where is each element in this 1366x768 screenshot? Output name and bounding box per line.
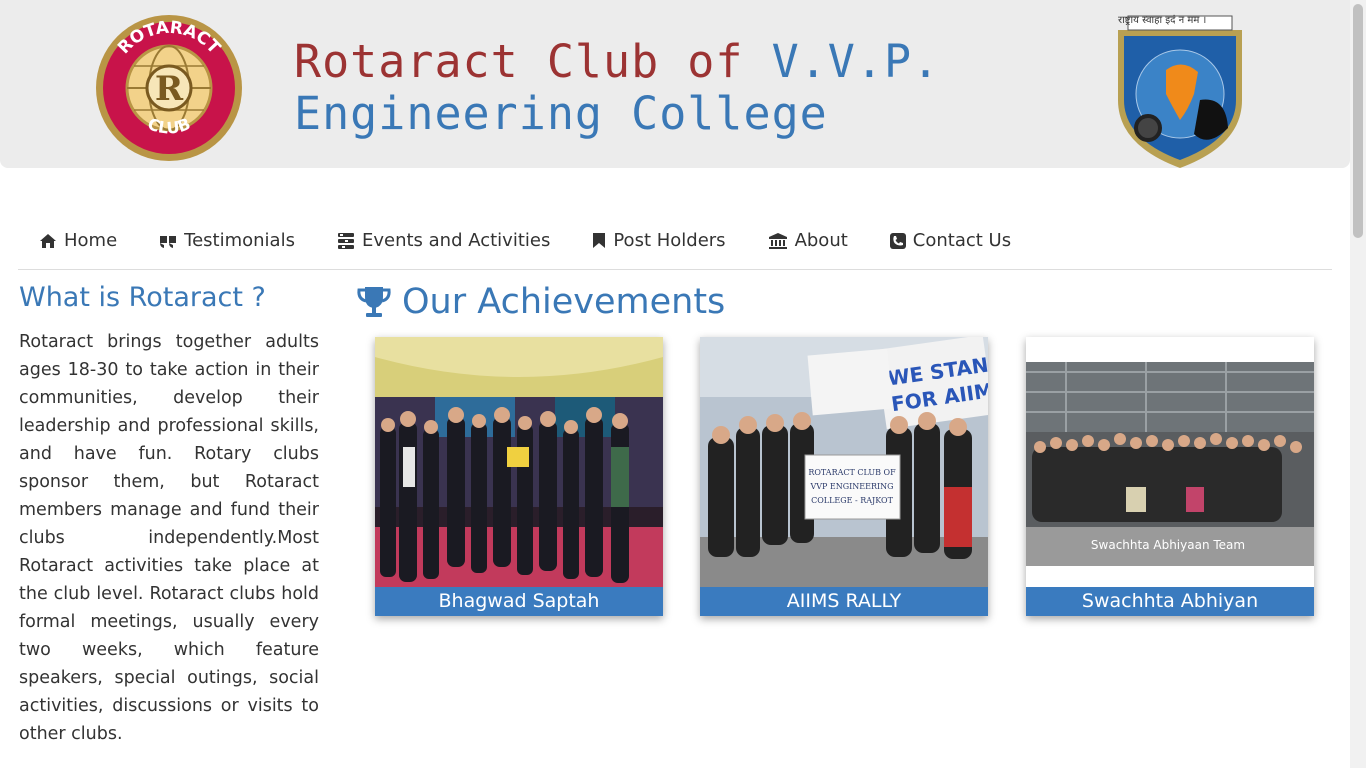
main-nav: Home Testimonials Events and Activities …	[18, 212, 1332, 270]
nav-testimonials-label: Testimonials	[184, 230, 295, 251]
achievements-heading: Our Achievements	[356, 282, 725, 322]
emblem-motto: राष्ट्राय स्वाहा इदं न मम ।	[1118, 15, 1207, 26]
bookmark-icon	[593, 233, 606, 248]
bank-icon	[768, 232, 787, 249]
quote-icon	[160, 235, 177, 248]
card-caption: Swachhta Abhiyan	[1026, 587, 1314, 616]
achievement-card-bhagwad[interactable]: Bhagwad Saptah	[375, 337, 663, 616]
nav-home-label: Home	[64, 230, 118, 251]
bhagwad-saptah-photo	[375, 337, 663, 587]
card-caption: AIIMS RALLY	[700, 587, 988, 616]
site-title: Rotaract Club of V.V.P. Engineering Coll…	[294, 36, 940, 140]
nav-about[interactable]: About	[747, 214, 869, 268]
sidebar-body: Rotaract brings together adults ages 18-…	[19, 332, 319, 744]
nav-events-label: Events and Activities	[361, 230, 551, 251]
phone-icon	[889, 232, 906, 249]
nav-contact-label: Contact Us	[912, 230, 1012, 251]
aiims-rally-photo: WE STAND FOR AIIMS ROTARACT CLUB OF VVP …	[700, 337, 988, 587]
nav-post-holders[interactable]: Post Holders	[571, 214, 746, 268]
svg-text:R: R	[155, 69, 184, 109]
photo-caption-text: Swachhta Abhiyaan Team	[1091, 538, 1245, 552]
achievement-card-aiims[interactable]: WE STAND FOR AIIMS ROTARACT CLUB OF VVP …	[700, 337, 988, 616]
nav-about-label: About	[794, 230, 848, 251]
nav-home[interactable]: Home	[18, 214, 138, 268]
nav-post-holders-label: Post Holders	[613, 230, 726, 251]
achievement-card-swachhta[interactable]: Swachhta Abhiyaan Team Swachhta Abhiyan	[1026, 337, 1314, 616]
nav-contact[interactable]: Contact Us	[869, 214, 1032, 268]
college-emblem[interactable]	[1108, 10, 1252, 170]
site-header: R ROTARACT CLUB Rotaract Club of V.V.P. …	[0, 0, 1350, 168]
nav-testimonials[interactable]: Testimonials	[138, 214, 316, 268]
home-icon	[40, 233, 56, 248]
title-line2: Engineering College	[294, 87, 828, 140]
svg-text:VVP ENGINEERING: VVP ENGINEERING	[809, 482, 893, 491]
nav-events[interactable]: Events and Activities	[316, 214, 571, 268]
svg-text:COLLEGE - RAJKOT: COLLEGE - RAJKOT	[811, 496, 893, 505]
swachhta-abhiyan-photo: Swachhta Abhiyaan Team	[1026, 337, 1314, 587]
svg-text:ROTARACT CLUB OF: ROTARACT CLUB OF	[808, 468, 896, 477]
scrollbar-thumb[interactable]	[1353, 4, 1363, 238]
achievements-title: Our Achievements	[402, 282, 726, 322]
tasks-icon	[337, 232, 354, 249]
card-caption: Bhagwad Saptah	[375, 587, 663, 616]
rotaract-logo[interactable]: R ROTARACT CLUB	[94, 14, 244, 162]
trophy-icon	[357, 287, 391, 317]
title-part1: Rotaract Club of	[294, 35, 772, 88]
title-part2: V.V.P.	[771, 35, 941, 88]
sidebar-title: What is Rotaract ?	[19, 282, 266, 313]
